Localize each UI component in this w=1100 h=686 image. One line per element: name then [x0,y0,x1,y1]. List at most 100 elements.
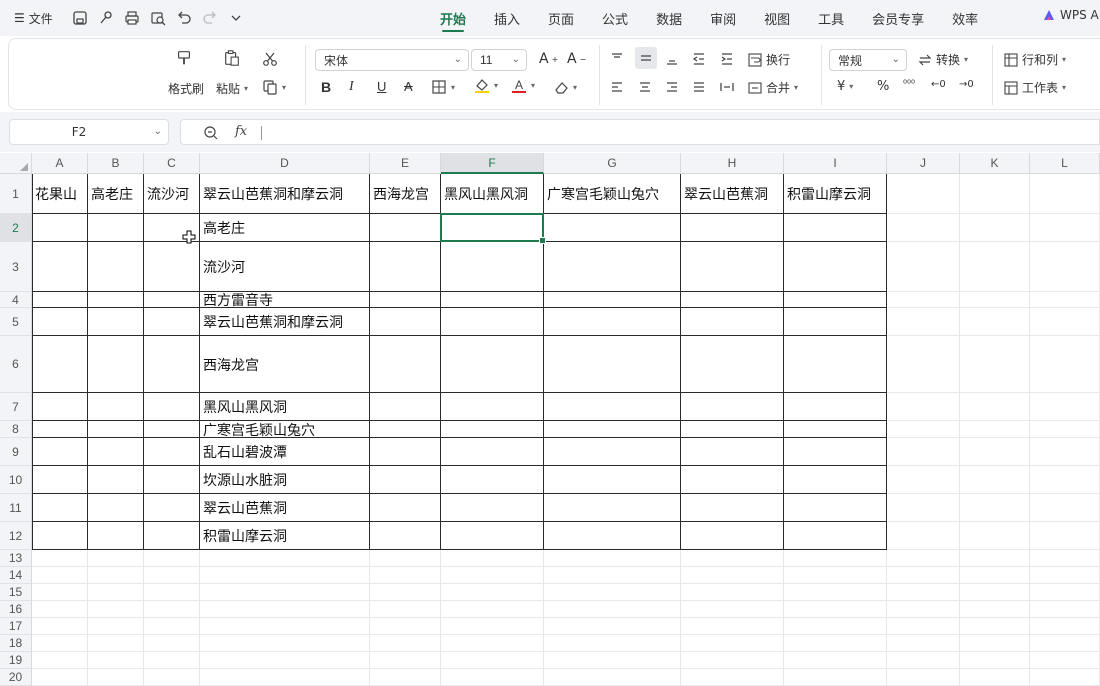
column-header-f[interactable]: F [441,153,544,174]
row-header-16[interactable]: 16 [0,601,32,618]
cut-icon[interactable] [262,51,278,67]
cell-g1[interactable]: 广寒宫毛颖山兔穴 [544,174,680,214]
row-header-10[interactable]: 10 [0,466,32,494]
justify-icon[interactable] [691,79,707,95]
tab-insert[interactable]: 插入 [494,0,520,36]
increase-font-icon[interactable]: A + [539,51,558,67]
align-center-icon[interactable] [637,79,653,95]
print-icon[interactable] [119,5,145,31]
cell-d12[interactable]: 积雷山摩云洞 [200,522,369,550]
spreadsheet-grid[interactable]: ABCDEFGHIJKL 1 2 3 4 5 6 7 8 9 10 11 12 13 14 15 16 17 18… [0,153,1100,686]
column-header-h[interactable]: H [681,153,784,174]
underline-icon[interactable]: U [377,79,386,94]
redo-icon[interactable] [197,5,223,31]
cell-h1[interactable]: 翠云山芭蕉洞 [681,174,783,214]
worksheet-button[interactable]: 工作表 ▾ [1003,79,1066,96]
paste-icon[interactable] [223,49,241,67]
column-header-k[interactable]: K [960,153,1030,174]
number-format-select[interactable]: 常规 ⌄ [829,49,907,71]
cell-d11[interactable]: 翠云山芭蕉洞 [200,494,369,522]
row-header-6[interactable]: 6 [0,336,32,393]
copy-icon[interactable]: ▾ [262,79,286,95]
cell-d10[interactable]: 坎源山水脏洞 [200,466,369,494]
tab-view[interactable]: 视图 [764,0,790,36]
row-header-3[interactable]: 3 [0,242,32,292]
distributed-icon[interactable] [719,79,735,95]
align-right-icon[interactable] [664,79,680,95]
wrap-text-button[interactable]: 换行 [747,51,790,68]
fx-icon[interactable]: fx [235,124,247,139]
cell-d6[interactable]: 西海龙宫 [200,336,369,393]
cell-d3[interactable]: 流沙河 [200,242,369,292]
decrease-font-icon[interactable]: A − [567,51,586,67]
align-top-icon[interactable] [609,51,625,67]
row-header-12[interactable]: 12 [0,522,32,550]
tab-page[interactable]: 页面 [548,0,574,36]
strikethrough-icon[interactable]: A [404,79,413,94]
decrease-indent-icon[interactable] [691,51,707,67]
column-header-g[interactable]: G [544,153,681,174]
paste-button[interactable]: 粘贴 ▾ [216,80,248,97]
thousands-icon[interactable]: ⁰⁰⁰ [903,79,915,90]
column-header-l[interactable]: L [1030,153,1100,174]
formula-input[interactable]: fx [180,119,1100,145]
tab-review[interactable]: 审阅 [710,0,736,36]
chevron-down-icon[interactable] [223,5,249,31]
wps-ai-button[interactable]: WPS A [1042,8,1099,22]
share-icon[interactable] [93,5,119,31]
decrease-decimal-icon[interactable]: →0 [959,79,974,90]
undo-icon[interactable] [171,5,197,31]
column-header-e[interactable]: E [370,153,441,174]
cell-d4[interactable]: 西方雷音寺 [200,292,369,308]
row-header-8[interactable]: 8 [0,421,32,438]
row-header-14[interactable]: 14 [0,567,32,584]
rows-cols-button[interactable]: 行和列 ▾ [1003,51,1066,68]
align-bottom-icon[interactable] [664,51,680,67]
borders-icon[interactable]: ▾ [431,79,455,95]
increase-indent-icon[interactable] [719,51,735,67]
row-header-4[interactable]: 4 [0,292,32,308]
merge-button[interactable]: 合并 ▾ [747,79,798,96]
row-header-5[interactable]: 5 [0,308,32,336]
row-header-11[interactable]: 11 [0,494,32,522]
save-icon[interactable] [67,5,93,31]
row-header-19[interactable]: 19 [0,652,32,669]
cell-b1[interactable]: 高老庄 [88,174,143,214]
row-header-20[interactable]: 20 [0,669,32,686]
column-header-j[interactable]: J [887,153,960,174]
cell-f1[interactable]: 黑风山黑风洞 [441,174,543,214]
increase-decimal-icon[interactable]: ←0 [931,79,946,90]
row-header-1[interactable]: 1 [0,174,32,214]
cell-d5[interactable]: 翠云山芭蕉洞和摩云洞 [200,308,369,336]
cell-a1[interactable]: 花果山 [32,174,87,214]
eraser-icon[interactable]: ▾ [553,79,577,95]
cell-d9[interactable]: 乱石山碧波潭 [200,438,369,466]
zoom-icon[interactable] [203,125,219,141]
cell-d2[interactable]: 高老庄 [200,214,369,242]
row-header-15[interactable]: 15 [0,584,32,601]
cell-d7[interactable]: 黑风山黑风洞 [200,393,369,421]
print-preview-icon[interactable] [145,5,171,31]
italic-icon[interactable]: I [349,79,354,95]
percent-icon[interactable]: % [877,79,889,94]
tab-data[interactable]: 数据 [656,0,682,36]
row-header-7[interactable]: 7 [0,393,32,421]
column-header-a[interactable]: A [32,153,88,174]
row-header-9[interactable]: 9 [0,438,32,466]
font-size-select[interactable]: 11 ⌄ [471,49,527,71]
cell-i1[interactable]: 积雷山摩云洞 [784,174,886,214]
row-header-13[interactable]: 13 [0,550,32,567]
bold-icon[interactable]: B [321,79,331,95]
format-painter-button[interactable]: 格式刷 [168,80,204,97]
cell-d8[interactable]: 广寒宫毛颖山兔穴 [200,421,369,439]
tab-home[interactable]: 开始 [440,0,466,36]
font-color-icon[interactable]: A ▾ [511,77,535,93]
file-menu-button[interactable]: ☰ 文件 [14,10,53,27]
align-middle-icon[interactable] [635,47,657,69]
column-header-b[interactable]: B [88,153,144,174]
select-all-corner[interactable] [0,153,32,174]
row-header-2[interactable]: 2 [0,214,32,242]
active-cell-f2[interactable] [440,213,546,244]
cell-c1[interactable]: 流沙河 [144,174,199,214]
row-header-18[interactable]: 18 [0,635,32,652]
